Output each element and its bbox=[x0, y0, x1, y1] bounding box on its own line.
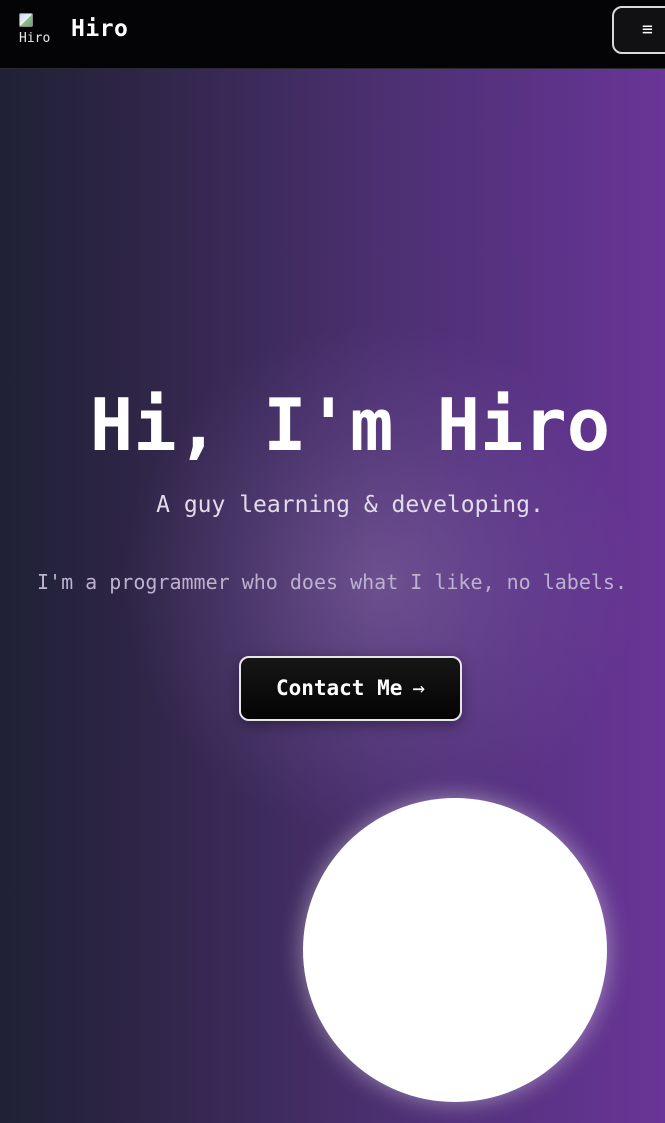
arrow-right-icon: → bbox=[412, 676, 426, 700]
page: Hiro Hiro ≡ Hi, I'm Hiro A guy learning … bbox=[0, 0, 665, 1123]
hamburger-menu-icon: ≡ bbox=[642, 19, 653, 40]
hero-description: I'm a programmer who does what I like, n… bbox=[37, 570, 628, 594]
contact-button-label: Contact Me bbox=[275, 676, 403, 700]
hero-subtitle: A guy learning & developing. bbox=[156, 492, 544, 518]
broken-image-icon bbox=[19, 13, 33, 27]
avatar bbox=[303, 798, 607, 1102]
brand-name[interactable]: Hiro bbox=[71, 16, 128, 42]
logo-image[interactable]: Hiro bbox=[19, 13, 57, 53]
menu-button[interactable]: ≡ bbox=[612, 6, 665, 54]
logo-alt-text: Hiro bbox=[19, 31, 51, 46]
hero-title: Hi, I'm Hiro bbox=[89, 383, 611, 467]
navbar: Hiro Hiro ≡ bbox=[0, 0, 665, 69]
contact-me-button[interactable]: Contact Me → bbox=[239, 656, 462, 721]
